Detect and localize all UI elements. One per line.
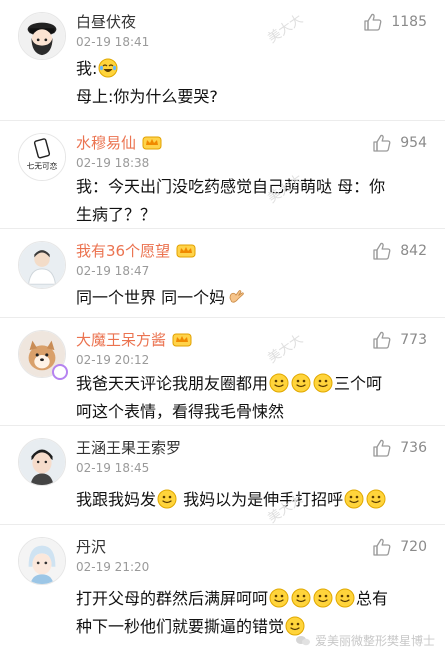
username-row: 我有36个愿望 — [76, 239, 196, 261]
comment-text: 我：今天出门没吃药感觉自己萌萌哒 母：你 生病了？？ — [76, 173, 426, 229]
comment-line: 我跟我妈发 — [76, 490, 157, 509]
username-row: 丹沢 — [76, 535, 106, 557]
timestamp: 02-19 18:47 — [76, 264, 150, 278]
username[interactable]: 白昼伏夜 — [76, 11, 136, 32]
like-count: 1185 — [391, 14, 427, 30]
like-count: 720 — [400, 539, 427, 555]
avatar[interactable] — [18, 537, 66, 585]
thumbs-up-icon — [363, 12, 383, 32]
laughing-tears-emoji-icon — [98, 58, 118, 78]
comment-line: 我爸天天评论我朋友圈都用 — [76, 374, 269, 393]
comment-line: 同一个世界 同一个妈 — [76, 288, 226, 307]
timestamp: 02-19 18:45 — [76, 461, 150, 475]
comment-item: 王涵王果王索罗 02-19 18:45 736 我跟我妈发 我妈以为是伸手打招呼 — [0, 426, 445, 525]
username[interactable]: 王涵王果王索罗 — [76, 437, 181, 458]
smiling-face-emoji-icon — [269, 588, 289, 608]
username[interactable]: 水穆易仙 — [76, 132, 136, 153]
comment-line: 呵这个表情，看得我毛骨悚然 — [76, 402, 285, 421]
comment-line: 总有 — [356, 589, 389, 608]
username[interactable]: 大魔王呆方酱 — [76, 329, 166, 350]
svg-text:七无可恋: 七无可恋 — [27, 161, 58, 171]
thumbs-up-icon — [372, 241, 392, 261]
username[interactable]: 丹沢 — [76, 536, 106, 557]
like-count: 736 — [400, 440, 427, 456]
username-row: 王涵王果王索罗 — [76, 436, 181, 458]
like-count: 773 — [400, 332, 427, 348]
avatar[interactable] — [18, 241, 66, 289]
footer-watermark-text: 爱美丽微整形樊星博士 — [314, 634, 435, 648]
smiling-face-emoji-icon — [344, 489, 364, 509]
comment-text: 我爸天天评论我朋友圈都用 三个呵 呵这个表情，看得我毛骨悚然 — [76, 370, 426, 426]
like-button[interactable]: 773 — [372, 330, 427, 350]
timestamp: 02-19 20:12 — [76, 353, 150, 367]
footer-watermark: 爱美丽微整形樊星博士 — [295, 632, 435, 649]
comment-line: 三个呵 — [334, 374, 383, 393]
avatar[interactable] — [18, 12, 66, 60]
comment-item: 白昼伏夜 02-19 18:41 1185 我: 母上:你为什么要哭? — [0, 0, 445, 121]
smiling-face-emoji-icon — [313, 588, 333, 608]
smiling-face-emoji-icon — [269, 373, 289, 393]
smiling-face-emoji-icon — [291, 588, 311, 608]
username-row: 水穆易仙 — [76, 131, 162, 153]
vip-crown-icon — [172, 331, 192, 347]
like-button[interactable]: 842 — [372, 241, 427, 261]
comment-line: 我：今天出门没吃药感觉自己萌萌哒 母：你 — [76, 177, 386, 196]
comment-line: 生病了？？ — [76, 205, 157, 224]
comment-text: 我跟我妈发 我妈以为是伸手打招呼 — [76, 486, 426, 514]
like-button[interactable]: 720 — [372, 537, 427, 557]
smiling-face-emoji-icon — [313, 373, 333, 393]
comment-line: 我: — [76, 59, 98, 78]
thumbs-up-icon — [372, 330, 392, 350]
comment-item: 七无可恋 水穆易仙 02-19 18:38 954 我：今天出门没吃药感觉自己萌… — [0, 121, 445, 229]
comment-text: 同一个世界 同一个妈 — [76, 284, 426, 312]
thumbs-up-icon — [372, 537, 392, 557]
comment-line: 母上:你为什么要哭? — [76, 87, 218, 106]
username-row: 大魔王呆方酱 — [76, 328, 192, 350]
like-count: 954 — [400, 135, 427, 151]
timestamp: 02-19 18:38 — [76, 156, 150, 170]
like-button[interactable]: 954 — [372, 133, 427, 153]
vip-crown-icon — [142, 134, 162, 150]
like-button[interactable]: 736 — [372, 438, 427, 458]
vip-crown-icon — [176, 242, 196, 258]
comment-line: 打开父母的群然后满屏呵呵 — [76, 589, 269, 608]
thumbs-up-icon — [372, 438, 392, 458]
waving-hand-emoji-icon — [226, 287, 246, 307]
username-row: 白昼伏夜 — [76, 10, 136, 32]
thumbs-up-icon — [372, 133, 392, 153]
smiling-face-emoji-icon — [366, 489, 386, 509]
comment-feed: 白昼伏夜 02-19 18:41 1185 我: 母上:你为什么要哭? 七无可恋… — [0, 0, 445, 657]
verified-badge-icon — [52, 364, 68, 380]
timestamp: 02-19 21:20 — [76, 560, 150, 574]
comment-item: 大魔王呆方酱 02-19 20:12 773 我爸天天评论我朋友圈都用 三个呵 呵… — [0, 318, 445, 426]
avatar[interactable]: 七无可恋 — [18, 133, 66, 181]
timestamp: 02-19 18:41 — [76, 35, 150, 49]
like-count: 842 — [400, 243, 427, 259]
avatar[interactable] — [18, 438, 66, 486]
username[interactable]: 我有36个愿望 — [76, 240, 170, 261]
comment-line: 种下一秒他们就要撕逼的错觉 — [76, 617, 285, 636]
smiling-face-emoji-icon — [291, 373, 311, 393]
chat-bubble-icon — [295, 635, 310, 645]
comment-item: 我有36个愿望 02-19 18:47 842 同一个世界 同一个妈 — [0, 229, 445, 318]
comment-text: 我: 母上:你为什么要哭? — [76, 55, 426, 111]
comment-line: 我妈以为是伸手打招呼 — [183, 490, 344, 509]
like-button[interactable]: 1185 — [363, 12, 427, 32]
smiling-face-emoji-icon — [157, 489, 177, 509]
smiling-face-emoji-icon — [335, 588, 355, 608]
